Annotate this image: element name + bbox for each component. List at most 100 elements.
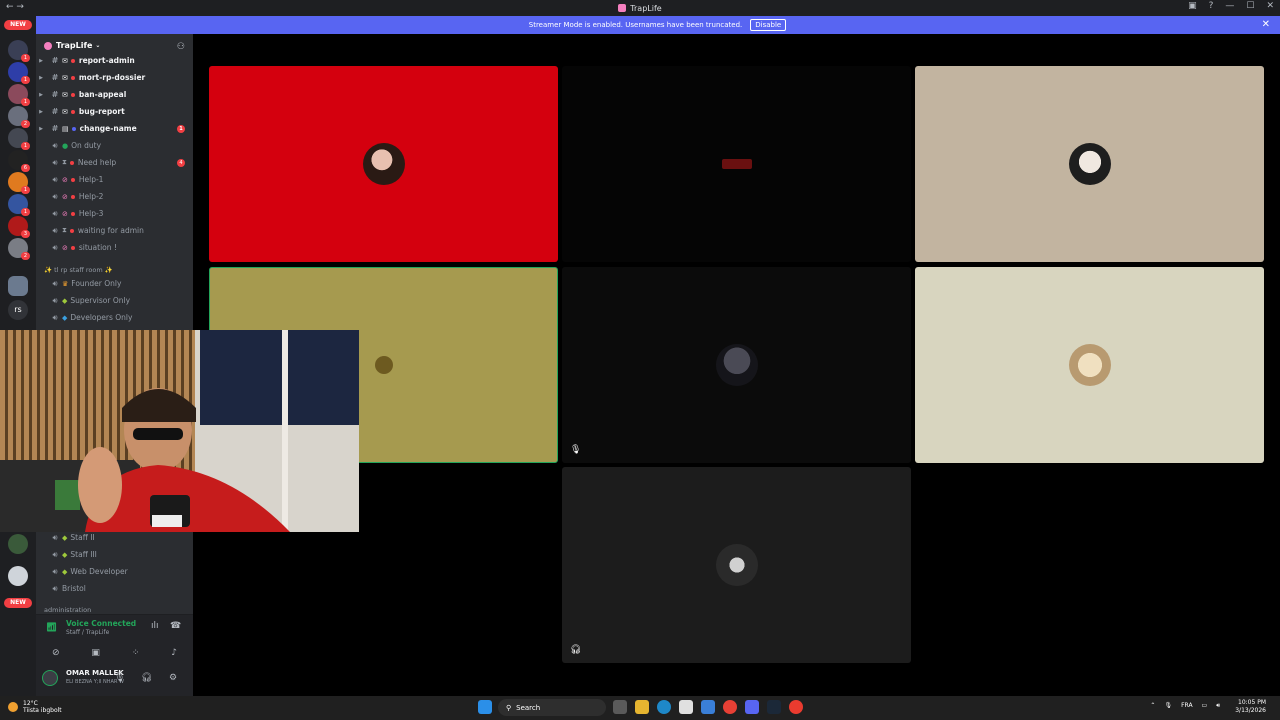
microphone-icon[interactable]: 🎙︎ — [114, 673, 125, 683]
server-icon[interactable]: 6 — [8, 150, 30, 172]
search-icon: ⚲ — [506, 703, 512, 712]
channel-label: ban-appeal — [78, 90, 127, 99]
taskbar-clock[interactable]: 10:05 PM 3/13/2026 — [1235, 699, 1266, 715]
minimize-button[interactable]: — — [1225, 1, 1234, 11]
screen-share-icon[interactable]: ▣ — [91, 648, 100, 658]
channel-help-2[interactable]: 🔊︎ ⊘ Help-2 — [36, 188, 193, 205]
server-icon[interactable]: 1 — [8, 62, 30, 84]
headphones-icon[interactable]: 🎧︎ — [141, 673, 152, 683]
voice-status[interactable]: Voice Connected — [66, 619, 136, 628]
server-icon[interactable]: 1 — [8, 128, 30, 150]
store-icon[interactable] — [679, 700, 693, 714]
app-icon[interactable] — [789, 700, 803, 714]
channel-need-help[interactable]: 🔊︎ ⧗ Need help 4 — [36, 154, 193, 171]
volume-icon[interactable]: 🔊︎ — [1216, 702, 1220, 710]
camera-off-icon[interactable]: ⊘ — [52, 648, 60, 658]
microphone-icon[interactable]: 🎙︎ — [1164, 702, 1172, 710]
steam-icon[interactable] — [767, 700, 781, 714]
channel-situation[interactable]: 🔊︎ ⊘ situation ! — [36, 239, 193, 256]
soundboard-icon[interactable]: ♪ — [171, 648, 177, 658]
add-member-icon[interactable]: ⚇ — [177, 42, 185, 52]
file-explorer-icon[interactable] — [635, 700, 649, 714]
server-icon[interactable]: 1 — [8, 194, 30, 216]
mention-badge: 2 — [21, 252, 30, 260]
channel-change-name[interactable]: ▶ # ▤ change-name 1 — [36, 120, 193, 137]
disable-streamer-button[interactable]: Disable — [750, 19, 787, 31]
channel-bug-report[interactable]: ▶ # ✉ bug-report — [36, 103, 193, 120]
channel-supervisor-only[interactable]: 🔊︎ ◆ Supervisor Only — [36, 292, 193, 309]
participant-tile[interactable] — [915, 66, 1264, 262]
server-icon[interactable]: 1 — [8, 84, 30, 106]
participant-avatar — [1068, 143, 1111, 185]
guild-name: TrapLife — [56, 41, 93, 50]
inbox-icon[interactable]: ▣ — [1188, 1, 1197, 11]
server-icon[interactable] — [8, 534, 28, 554]
taskbar-search[interactable]: ⚲ Search — [498, 699, 606, 716]
participant-tile[interactable]: 🎙︎ — [562, 267, 911, 463]
channel-help-1[interactable]: 🔊︎ ⊘ Help-1 — [36, 171, 193, 188]
channel-waiting-for-admin[interactable]: 🔊︎ ⧗ waiting for admin — [36, 222, 193, 239]
server-icon[interactable]: 1 — [8, 172, 30, 194]
channel-label: Help-2 — [78, 192, 104, 201]
windows-start-icon[interactable] — [478, 700, 492, 714]
edge-icon[interactable] — [657, 700, 671, 714]
channel-on-duty[interactable]: 🔊︎ ● On duty — [36, 137, 193, 154]
channel-label: Founder Only — [71, 279, 122, 288]
voice-location[interactable]: Staff / TrapLife — [66, 629, 109, 636]
envelope-icon: ✉ — [62, 73, 68, 82]
chrome-icon[interactable] — [723, 700, 737, 714]
guild-header[interactable]: TrapLife ⌄ — [44, 41, 100, 50]
server-icon[interactable]: 2 — [8, 106, 30, 128]
speaker-icon: 🔊︎ — [52, 225, 58, 235]
channel-web-developer[interactable]: 🔊︎ ◆ Web Developer — [36, 563, 193, 580]
channel-developers-only[interactable]: 🔊︎ ◆ Developers Only — [36, 309, 193, 326]
clock-time: 10:05 PM — [1238, 699, 1266, 706]
gear-icon[interactable]: ⚙ — [169, 673, 177, 683]
avatar[interactable] — [42, 670, 58, 686]
language-indicator[interactable]: FRA — [1181, 702, 1192, 710]
display-icon[interactable]: ▭ — [1202, 702, 1208, 710]
channel-bristol[interactable]: 🔊︎ Bristol — [36, 580, 193, 597]
activities-icon[interactable]: ⁘ — [132, 648, 140, 658]
category-administration[interactable]: administration — [44, 606, 91, 614]
participant-tile[interactable] — [562, 66, 911, 262]
diamond-icon: ◆ — [62, 313, 68, 322]
green-circle-icon: ● — [62, 141, 69, 150]
deafened-icon: 🎧︎ — [570, 645, 582, 655]
chevron-up-icon[interactable]: ⌃ — [1150, 702, 1155, 710]
weather-widget[interactable]: 12°C Tiista ibgbolt — [8, 700, 62, 714]
close-icon[interactable]: ✕ — [1262, 19, 1270, 30]
discord-icon[interactable] — [745, 700, 759, 714]
server-icon[interactable]: 2 — [8, 238, 30, 260]
task-view-icon[interactable] — [613, 700, 627, 714]
server-icon[interactable]: 3 — [8, 216, 30, 238]
participant-tile[interactable] — [915, 267, 1264, 463]
back-arrow-icon[interactable]: ← → — [6, 2, 24, 12]
mail-icon[interactable] — [701, 700, 715, 714]
channel-label: Staff III — [70, 550, 97, 559]
category-staff-room[interactable]: ✨ tl rp staff room ✨ — [44, 266, 113, 274]
server-icon[interactable]: 1 — [8, 40, 30, 62]
channel-report-admin[interactable]: ▶ # ✉ report-admin — [36, 52, 193, 69]
signal-icon[interactable]: 📶︎ — [46, 623, 57, 633]
speaker-icon: 🔊︎ — [52, 174, 58, 184]
participant-tile[interactable] — [209, 66, 558, 262]
prohibited-icon: ⊘ — [62, 192, 68, 201]
mention-badge: 1 — [21, 186, 30, 194]
disconnect-icon[interactable]: ☎ — [170, 621, 181, 631]
server-icon[interactable] — [8, 276, 28, 296]
server-icon[interactable] — [8, 566, 28, 586]
channel-staff-iii[interactable]: 🔊︎ ◆ Staff III — [36, 546, 193, 563]
mention-badge: 1 — [21, 98, 30, 106]
channel-help-3[interactable]: 🔊︎ ⊘ Help-3 — [36, 205, 193, 222]
participant-tile[interactable]: 🎧︎ — [562, 467, 911, 663]
channel-mort-rp-dossier[interactable]: ▶ # ✉ mort-rp-dossier — [36, 69, 193, 86]
close-window-button[interactable]: ✕ — [1266, 1, 1274, 11]
channel-ban-appeal[interactable]: ▶ # ✉ ban-appeal — [36, 86, 193, 103]
noise-suppression-icon[interactable]: ılı — [151, 621, 159, 631]
mention-badge: 3 — [21, 230, 30, 238]
server-rs[interactable]: rs — [8, 300, 28, 320]
channel-founder-only[interactable]: 🔊︎ ♛ Founder Only — [36, 275, 193, 292]
help-icon[interactable]: ? — [1209, 1, 1214, 11]
maximize-button[interactable]: ☐ — [1246, 1, 1254, 11]
